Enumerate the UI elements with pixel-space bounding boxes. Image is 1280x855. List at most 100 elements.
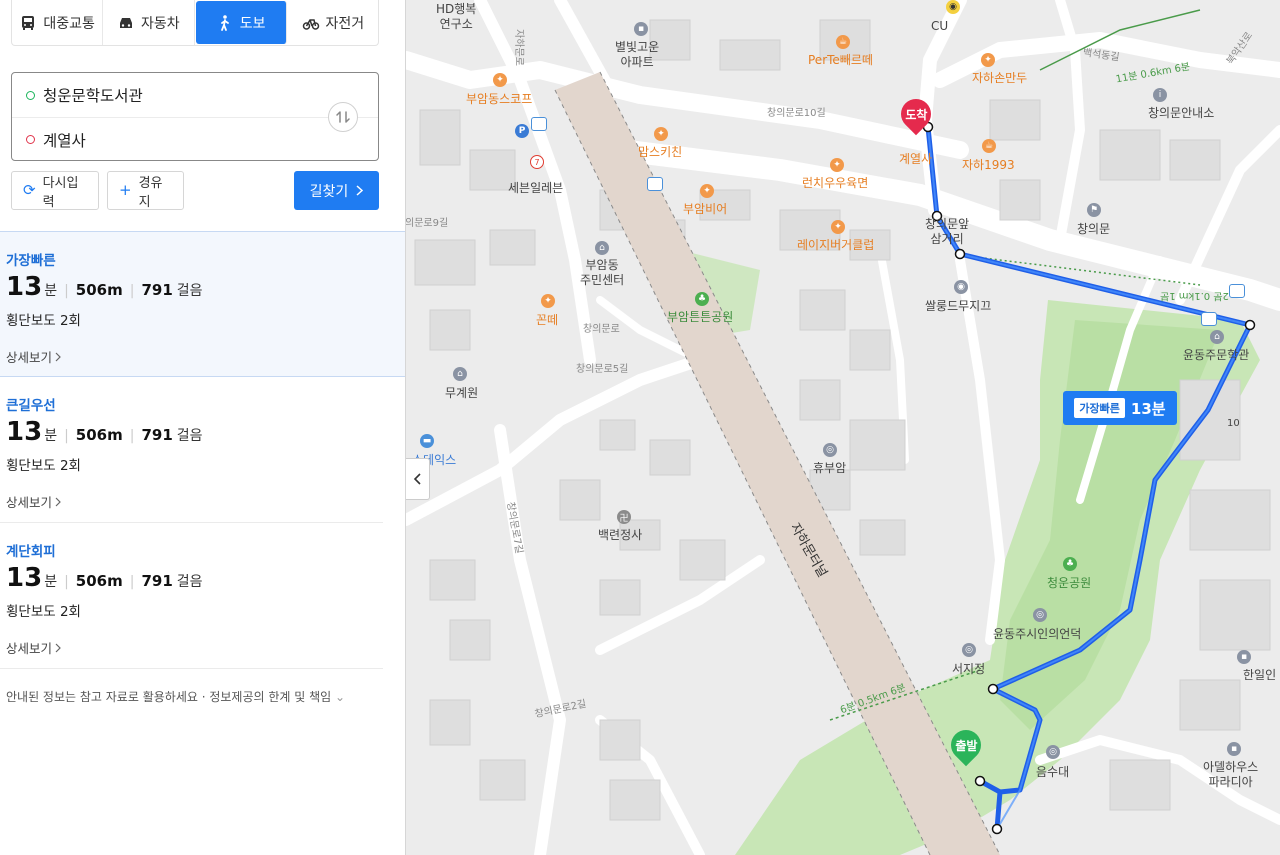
route-title: 가장빠른 [6,253,56,269]
route-details-link[interactable]: 상세보기 [6,492,377,511]
map-label-baekryeon[interactable]: 백련정사 [598,526,642,543]
divider: | [64,283,69,299]
chevron-right-icon [55,497,61,506]
destination-input[interactable]: 계열사 [12,117,378,161]
restaurant-icon: ✦ [981,53,995,67]
bus-stop-icon [647,177,663,191]
collapse-panel-button[interactable] [406,458,430,500]
disclaimer-text: 안내된 정보는 참고 자료로 활용하세요 · 정보제공의 한계 및 책임 [6,690,332,704]
map-label-jaha1993[interactable]: 자하1993 [962,156,1015,173]
building-icon: ▪ [1237,650,1251,664]
tab-walk[interactable]: 도보 [195,1,287,44]
chevron-down-icon: ⌄ [335,690,346,704]
route-minute-unit: 분 [44,428,58,444]
route-details-link[interactable]: 상세보기 [6,347,399,366]
swap-button[interactable] [328,102,358,132]
map-label-cheongun-park[interactable]: 청운공원 [1047,574,1091,591]
government-icon: ⌂ [595,241,609,255]
apartment-icon: ▪ [634,22,648,36]
walk-icon [220,14,229,31]
destination-value: 계열사 [43,131,86,150]
swap-icon [336,111,350,123]
origin-value: 청운문학도서관 [43,87,143,105]
bus-icon [22,15,35,30]
route-details-link[interactable]: 상세보기 [6,638,377,657]
tab-transit[interactable]: 대중교통 [12,0,104,45]
destination-dot-icon [26,135,35,144]
route-title: 큰길우선 [6,398,56,414]
waypoint-label: 경유지 [138,175,163,210]
map-label-adelhouse[interactable]: 아델하우스 파라디아 [1203,760,1258,790]
bicycle-icon [302,18,319,30]
route-option[interactable]: 가장빠른 13 분 | 506m | 791 걸음 횡단보도 2회 상세보기 [0,231,405,377]
route-steps-unit: 걸음 [176,428,203,444]
map-label-gyeyeolsa[interactable]: 계열사 [899,150,932,167]
map-label-jahasonmandu[interactable]: 자하손만두 [972,69,1027,86]
tab-car[interactable]: 자동차 [103,0,195,45]
park-icon: ♣ [1063,557,1077,571]
search-actions: ⟳ 다시입력 + 경유지 길찾기 [11,171,379,210]
map-label-yundong-hill[interactable]: 윤동주시인의언덕 [993,625,1081,642]
disclaimer-link[interactable]: 안내된 정보는 참고 자료로 활용하세요 · 정보제공의 한계 및 책임 ⌄ [6,688,345,705]
map-label-mamskitchen[interactable]: 맘스키친 [638,143,682,160]
place-icon: ◎ [1033,608,1047,622]
divider: | [129,283,135,299]
map-label-yundong-school[interactable]: 윤동주문학관 [1183,346,1249,363]
cafe-icon: ☕ [836,35,850,49]
find-route-button[interactable]: 길찾기 [294,171,379,210]
map-label-buamdong-scope[interactable]: 부암동스코프 [466,90,532,107]
destination-marker[interactable]: 도착 [894,92,938,136]
restaurant-icon: ✦ [493,73,507,87]
map-label-seven[interactable]: 세븐일레븐 [508,179,563,196]
route-steps: 791 [141,281,173,299]
map-label-seojijeong[interactable]: 서지정 [952,660,985,677]
cafe-icon: ☕ [982,139,996,153]
route-steps: 791 [141,426,173,444]
map-label-buam-park[interactable]: 부암튼튼공원 [667,308,733,325]
map-label-ssangryong[interactable]: 쌀룽드무지끄 [925,297,991,314]
reset-label: 다시입력 [42,175,79,210]
map-label-hubuam[interactable]: 휴부암 [813,459,846,476]
chevron-right-icon [55,643,61,652]
map-label-eumsudae[interactable]: 음수대 [1036,763,1069,780]
map-label-ggeutte[interactable]: 꼰떼 [536,311,558,328]
map-label-cu: CU [931,19,949,33]
bus-stop-icon [531,117,547,131]
route-minute-unit: 분 [44,574,58,590]
route-crossings: 횡단보도 2회 [6,458,81,474]
origin-input[interactable]: 청운문학도서관 [12,73,378,117]
map-label-road-main: 창의문로 [583,324,620,335]
building-icon: ▪ [1227,742,1241,756]
map-label-mugyewon[interactable]: 무계원 [445,384,478,401]
park-icon: ♣ [695,292,709,306]
chevron-right-icon [55,352,61,361]
add-waypoint-button[interactable]: + 경유지 [107,171,184,210]
map-label-buambeer[interactable]: 부암비어 [683,200,727,217]
bed-icon: ▬ [420,434,434,448]
tab-transit-label: 대중교통 [43,15,95,32]
origin-marker-label: 출발 [954,738,978,753]
map-label-lunchuu[interactable]: 런치우우육면 [802,174,868,191]
route-time-badge[interactable]: 가장빠른 13분 [1063,391,1177,425]
convenience-store-icon: 7 [530,155,544,169]
route-option[interactable]: 계단회피 13 분 | 506m | 791 걸음 횡단보도 2회 상세보기 [0,523,383,669]
map-label-buam-center[interactable]: 부암동 주민센터 [580,258,624,288]
route-details-label: 상세보기 [6,350,53,365]
origin-marker[interactable]: 출발 [944,723,988,767]
route-badge-time: 13분 [1130,399,1166,418]
origin-dot-icon [26,90,35,100]
bus-stop-icon [1201,312,1217,326]
map-label-hanil[interactable]: 한일인 [1243,666,1276,683]
route-details-label: 상세보기 [6,495,53,510]
route-crossings: 횡단보도 2회 [6,313,81,329]
route-option[interactable]: 큰길우선 13 분 | 506m | 791 걸음 횡단보도 2회 상세보기 [0,377,383,523]
divider: | [129,574,135,590]
tab-bicycle[interactable]: 자전거 [288,0,378,45]
tab-walk-label: 도보 [239,15,266,32]
map-label-changuimun[interactable]: 창의문 [1077,220,1110,237]
map-label-lazyburger[interactable]: 레이지버거클럽 [797,236,874,253]
map-label-perte[interactable]: PerTe빼르떼 [808,51,873,68]
cu-store-icon: ◉ [946,0,960,14]
reset-button[interactable]: ⟳ 다시입력 [11,171,99,210]
map-label-changuimun-info[interactable]: 창의문안내소 [1148,104,1214,121]
